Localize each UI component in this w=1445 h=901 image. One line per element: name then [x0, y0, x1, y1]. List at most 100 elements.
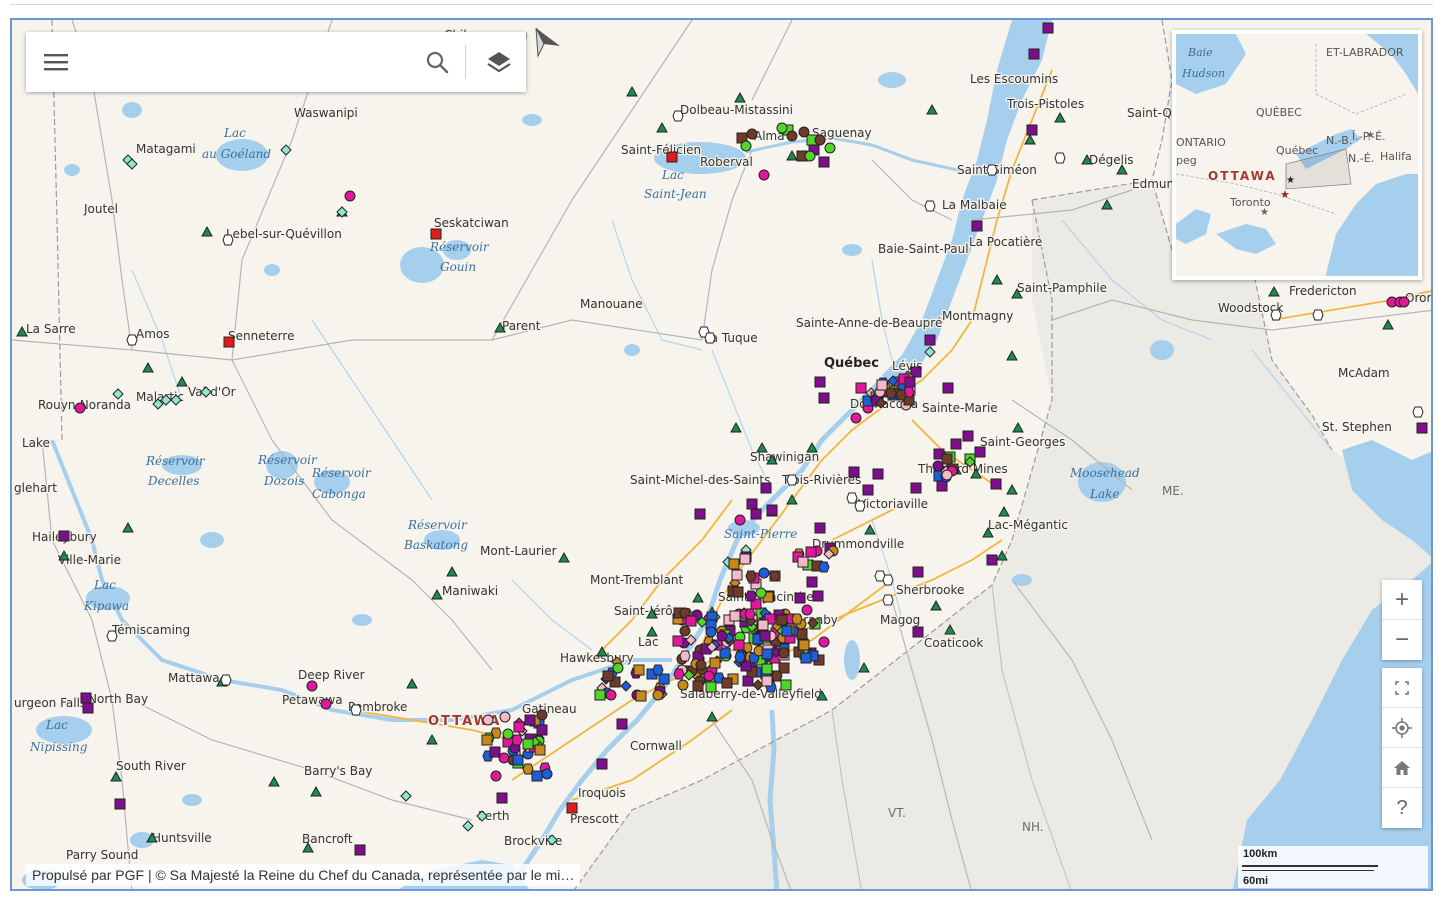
square-marker[interactable] [354, 844, 366, 856]
hexagon-marker[interactable] [885, 387, 897, 399]
square-marker[interactable] [761, 648, 773, 660]
square-marker[interactable] [759, 630, 771, 642]
square-marker[interactable] [666, 151, 678, 163]
square-marker[interactable] [962, 430, 974, 442]
square-marker[interactable] [496, 792, 508, 804]
menu-button[interactable] [26, 32, 86, 92]
hexagon-marker[interactable] [106, 630, 118, 642]
square-marker[interactable] [513, 721, 525, 733]
map-viewport[interactable]: Lac au Goéland Réservoir Gouin Lac Saint-Jean… [10, 18, 1433, 891]
locate-button[interactable] [1382, 708, 1422, 748]
hexagon-marker[interactable] [126, 334, 138, 346]
square-marker[interactable] [766, 504, 778, 516]
hexagon-marker[interactable] [220, 674, 232, 686]
square-marker[interactable] [814, 376, 826, 388]
hexagon-marker[interactable] [846, 492, 858, 504]
square-marker[interactable] [912, 626, 924, 638]
square-marker[interactable] [512, 754, 524, 766]
square-marker[interactable] [806, 576, 818, 588]
circle-marker[interactable] [703, 670, 715, 682]
square-marker[interactable] [781, 625, 793, 637]
square-marker[interactable] [798, 639, 810, 651]
circle-marker[interactable] [1398, 296, 1410, 308]
circle-marker[interactable] [801, 604, 813, 616]
square-marker[interactable] [746, 498, 758, 510]
square-marker[interactable] [524, 714, 536, 726]
square-marker[interactable] [971, 220, 983, 232]
circle-marker[interactable] [320, 698, 332, 710]
square-marker[interactable] [761, 663, 773, 675]
hexagon-marker[interactable] [673, 668, 685, 680]
circle-marker[interactable] [746, 128, 758, 140]
square-marker[interactable] [812, 590, 824, 602]
circle-marker[interactable] [850, 412, 862, 424]
square-marker[interactable] [794, 592, 806, 604]
circle-marker[interactable] [818, 636, 830, 648]
square-marker[interactable] [58, 530, 70, 542]
zoom-out-button[interactable]: − [1382, 620, 1422, 660]
square-marker[interactable] [531, 770, 543, 782]
square-marker[interactable] [728, 558, 740, 570]
circle-marker[interactable] [786, 130, 798, 142]
hexagon-marker[interactable] [924, 200, 936, 212]
square-marker[interactable] [602, 670, 614, 682]
hexagon-marker[interactable] [854, 500, 866, 512]
square-marker[interactable] [924, 334, 936, 346]
help-button[interactable]: ? [1382, 788, 1422, 828]
square-marker[interactable] [818, 156, 830, 168]
square-marker[interactable] [1026, 124, 1038, 136]
hexagon-marker[interactable] [1312, 309, 1324, 321]
square-marker[interactable] [430, 228, 442, 240]
square-marker[interactable] [796, 628, 808, 640]
hexagon-marker[interactable] [350, 704, 362, 716]
hexagon-marker[interactable] [511, 734, 523, 746]
circle-marker[interactable] [306, 680, 318, 692]
hexagon-marker[interactable] [745, 590, 757, 602]
square-marker[interactable] [910, 482, 922, 494]
square-marker[interactable] [739, 553, 751, 565]
square-marker[interactable] [223, 336, 235, 348]
circle-marker[interactable] [769, 570, 781, 582]
circle-marker[interactable] [652, 689, 664, 701]
search-input[interactable] [86, 41, 415, 83]
square-marker[interactable] [536, 724, 548, 736]
circle-marker[interactable] [705, 626, 717, 638]
square-marker[interactable] [566, 802, 578, 814]
square-marker[interactable] [1028, 48, 1040, 60]
square-marker[interactable] [912, 566, 924, 578]
square-marker[interactable] [780, 679, 792, 691]
square-marker[interactable] [705, 681, 717, 693]
square-marker[interactable] [986, 554, 998, 566]
square-marker[interactable] [594, 689, 606, 701]
square-marker[interactable] [936, 480, 948, 492]
square-marker[interactable] [732, 586, 744, 598]
square-marker[interactable] [635, 690, 647, 702]
square-marker[interactable] [733, 639, 745, 651]
search-button[interactable] [415, 32, 459, 92]
square-marker[interactable] [1416, 422, 1428, 434]
hexagon-marker[interactable] [1054, 152, 1066, 164]
circle-marker[interactable] [482, 714, 494, 726]
square-marker[interactable] [709, 657, 721, 669]
square-marker[interactable] [974, 446, 986, 458]
circle-marker[interactable] [541, 768, 553, 780]
square-marker[interactable] [872, 468, 884, 480]
square-marker[interactable] [692, 680, 704, 692]
circle-marker[interactable] [344, 190, 356, 202]
compass-button[interactable] [530, 26, 562, 58]
square-marker[interactable] [800, 652, 812, 664]
square-marker[interactable] [721, 677, 733, 689]
circle-marker[interactable] [755, 587, 767, 599]
circle-marker[interactable] [695, 659, 707, 671]
square-marker[interactable] [114, 798, 126, 810]
hexagon-marker[interactable] [704, 332, 716, 344]
hexagon-marker[interactable] [222, 234, 234, 246]
circle-marker[interactable] [824, 142, 836, 154]
square-marker[interactable] [685, 615, 697, 627]
square-marker[interactable] [731, 569, 743, 581]
circle-marker[interactable] [605, 689, 617, 701]
hexagon-marker[interactable] [882, 574, 894, 586]
square-marker[interactable] [990, 478, 1002, 490]
square-marker[interactable] [876, 379, 888, 391]
square-marker[interactable] [1042, 22, 1054, 34]
